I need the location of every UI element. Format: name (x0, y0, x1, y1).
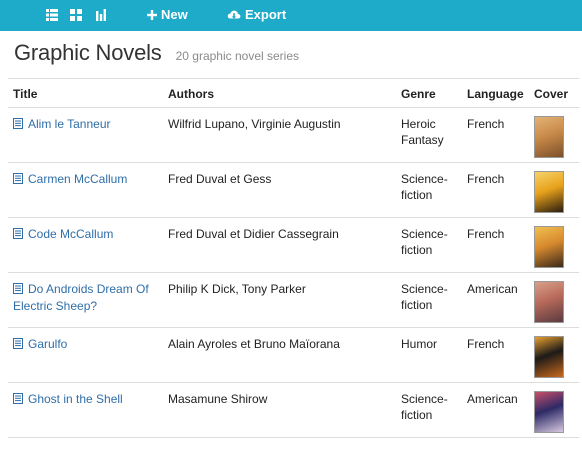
column-header-cover[interactable]: Cover (529, 78, 579, 108)
genre-cell: Science-fiction (396, 272, 462, 328)
authors-cell: Philip K Dick, Tony Parker (163, 272, 396, 328)
document-icon (13, 282, 23, 298)
authors-cell: Fred Duval et Gess (163, 162, 396, 218)
top-toolbar: New Export (0, 0, 582, 31)
table-row[interactable]: Ghost in the Shell Masamune Shirow Science… (8, 382, 579, 438)
export-button-label: Export (245, 7, 287, 22)
genre-cell: Science-fiction (396, 162, 462, 218)
title-cell: Do Androids Dream Of Electric Sheep? (8, 272, 163, 328)
language-cell: French (462, 327, 529, 383)
title-link[interactable]: Do Androids Dream Of Electric Sheep? (13, 282, 149, 313)
column-header-genre[interactable]: Genre (396, 78, 462, 108)
column-header-title[interactable]: Title (8, 78, 163, 108)
cover-thumbnail[interactable] (534, 336, 564, 378)
cover-thumbnail[interactable] (534, 116, 564, 158)
title-link[interactable]: Garulfo (28, 337, 67, 351)
table-header-row: Title Authors Genre Language Cover (8, 78, 579, 108)
title-cell: Alim le Tanneur (8, 107, 163, 163)
genre-cell: Humor (396, 327, 462, 383)
cover-thumbnail[interactable] (534, 226, 564, 268)
cover-cell (529, 107, 579, 163)
grid-view-icon[interactable] (70, 9, 82, 21)
document-icon (13, 337, 23, 353)
language-cell: French (462, 217, 529, 273)
authors-cell: Wilfrid Lupano, Virginie Augustin (163, 107, 396, 163)
language-cell: American (462, 382, 529, 438)
document-icon (13, 117, 23, 133)
cover-cell (529, 162, 579, 218)
column-header-authors[interactable]: Authors (163, 78, 396, 108)
chart-view-icon[interactable] (95, 9, 107, 21)
table-row[interactable]: Alim le Tanneur Wilfrid Lupano, Virginie … (8, 107, 579, 163)
new-button[interactable]: New (147, 6, 188, 24)
page-subtitle: 20 graphic novel series (175, 49, 299, 63)
title-cell: Ghost in the Shell (8, 382, 163, 438)
new-button-label: New (161, 7, 188, 22)
export-button[interactable]: Export (227, 6, 286, 24)
document-icon (13, 227, 23, 243)
language-cell: American (462, 272, 529, 328)
authors-cell: Alain Ayroles et Bruno Maïorana (163, 327, 396, 383)
page-title: Graphic Novels (14, 40, 162, 65)
plus-icon (147, 10, 157, 20)
cover-cell (529, 217, 579, 273)
genre-cell: Science-fiction (396, 382, 462, 438)
graphic-novels-table: Title Authors Genre Language Cover Alim … (8, 78, 579, 438)
title-cell: Code McCallum (8, 217, 163, 273)
cover-cell (529, 327, 579, 383)
language-cell: French (462, 107, 529, 163)
genre-cell: Science-fiction (396, 217, 462, 273)
authors-cell: Fred Duval et Didier Cassegrain (163, 217, 396, 273)
cover-cell (529, 382, 579, 438)
cover-cell (529, 272, 579, 328)
genre-cell: Heroic Fantasy (396, 107, 462, 163)
document-icon (13, 172, 23, 188)
column-header-language[interactable]: Language (462, 78, 529, 108)
title-cell: Carmen McCallum (8, 162, 163, 218)
title-cell: Garulfo (8, 327, 163, 383)
title-link[interactable]: Ghost in the Shell (28, 392, 123, 406)
cloud-download-icon (227, 10, 241, 21)
table-row[interactable]: Do Androids Dream Of Electric Sheep? Phil… (8, 272, 579, 328)
title-link[interactable]: Code McCallum (28, 227, 113, 241)
cover-thumbnail[interactable] (534, 391, 564, 433)
cover-thumbnail[interactable] (534, 171, 564, 213)
table-row[interactable]: Garulfo Alain Ayroles et Bruno Maïorana Hu… (8, 327, 579, 383)
table-row[interactable]: Carmen McCallum Fred Duval et Gess Science… (8, 162, 579, 218)
table-row[interactable]: Code McCallum Fred Duval et Didier Casseg… (8, 217, 579, 273)
list-view-icon[interactable] (46, 9, 58, 21)
title-link[interactable]: Alim le Tanneur (28, 117, 111, 131)
language-cell: French (462, 162, 529, 218)
authors-cell: Masamune Shirow (163, 382, 396, 438)
title-link[interactable]: Carmen McCallum (28, 172, 127, 186)
page-header: Graphic Novels 20 graphic novel series (14, 40, 299, 66)
document-icon (13, 392, 23, 408)
cover-thumbnail[interactable] (534, 281, 564, 323)
